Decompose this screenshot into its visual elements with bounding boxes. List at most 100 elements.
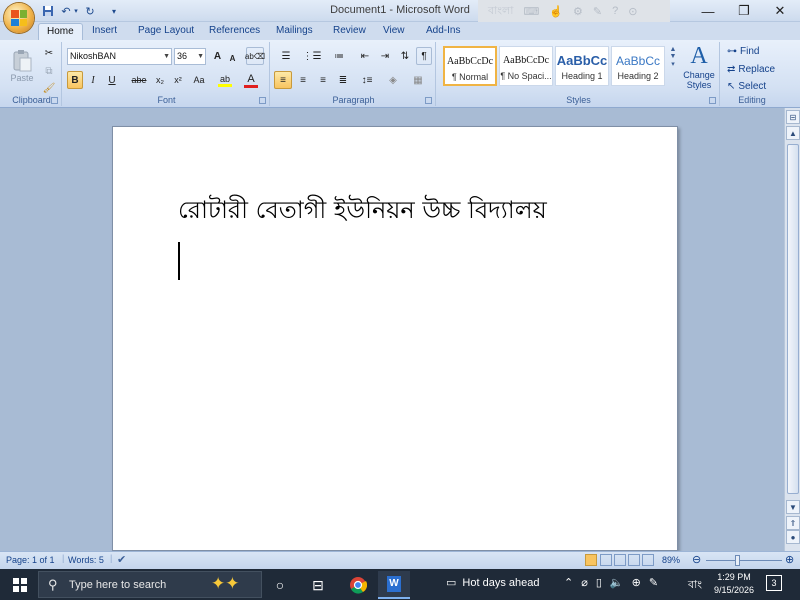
restore-button[interactable]: ❐: [726, 0, 762, 22]
paragraph-launcher-icon[interactable]: [425, 97, 432, 104]
style-heading-1[interactable]: AaBbCc Heading 1: [555, 46, 609, 86]
zoom-slider-thumb[interactable]: [735, 555, 740, 566]
draft-icon[interactable]: [642, 554, 654, 566]
zoom-in-icon[interactable]: ⊕: [785, 553, 794, 566]
save-icon[interactable]: [40, 3, 56, 19]
styles-scroll[interactable]: ▲ ▼ ▾: [667, 46, 679, 86]
underline-button[interactable]: U: [103, 71, 121, 89]
align-left-icon[interactable]: ≡: [274, 71, 292, 89]
tab-mailings[interactable]: Mailings: [268, 23, 321, 40]
tab-references[interactable]: References: [201, 23, 268, 40]
settings-icon[interactable]: ⚙: [573, 5, 583, 18]
bold-button[interactable]: B: [67, 71, 83, 89]
tab-insert[interactable]: Insert: [84, 23, 125, 40]
styles-launcher-icon[interactable]: [709, 97, 716, 104]
more-styles-icon[interactable]: ▾: [667, 60, 679, 68]
decrease-indent-icon[interactable]: ⇤: [356, 47, 374, 65]
copy-icon[interactable]: ⧉: [40, 62, 58, 80]
increase-indent-icon[interactable]: ⇥: [376, 47, 394, 65]
font-launcher-icon[interactable]: [259, 97, 266, 104]
windows-start-icon[interactable]: [4, 571, 36, 599]
numbering-icon[interactable]: ⋮☰: [300, 47, 324, 65]
battery-icon[interactable]: ▯: [596, 576, 602, 589]
scroll-down-icon[interactable]: ▼: [786, 500, 800, 514]
ruler-toggle-icon[interactable]: ⊟: [786, 110, 800, 124]
show-marks-button[interactable]: ¶: [416, 47, 432, 65]
paste-button[interactable]: Paste: [6, 44, 38, 88]
justify-icon[interactable]: ≣: [334, 71, 352, 89]
sort-icon[interactable]: ⇅: [396, 47, 414, 65]
clock[interactable]: 1:29 PM 9/15/2026: [712, 571, 756, 597]
outline-icon[interactable]: [628, 554, 640, 566]
find-button[interactable]: ⊶ Find: [726, 42, 780, 60]
minimize-button[interactable]: —: [690, 0, 726, 22]
scroll-up-icon[interactable]: ▲: [667, 46, 679, 53]
pen-icon[interactable]: ✎: [593, 5, 602, 18]
options-icon[interactable]: ⊙: [628, 5, 637, 18]
superscript-button[interactable]: x²: [170, 71, 186, 89]
chrome-icon[interactable]: [342, 571, 374, 599]
word-count[interactable]: Words: 5: [68, 555, 104, 565]
globe-icon[interactable]: ⊕: [632, 576, 641, 589]
font-color-icon[interactable]: A: [240, 71, 262, 89]
zoom-out-icon[interactable]: ⊖: [692, 553, 701, 566]
document-text[interactable]: রোটারী বেতাগী ইউনিয়ন উচ্চ বিদ্যালয়: [178, 192, 547, 232]
browse-object-icon[interactable]: ●: [786, 530, 800, 544]
cut-icon[interactable]: ✂: [40, 44, 58, 62]
proofing-icon[interactable]: ✔: [117, 553, 126, 566]
highlight-icon[interactable]: ab: [214, 71, 236, 89]
font-size-field[interactable]: 36 ▼: [174, 48, 206, 65]
network-icon[interactable]: ⌀: [581, 576, 588, 589]
clipboard-launcher-icon[interactable]: [51, 97, 58, 104]
tab-add-ins[interactable]: Add-Ins: [418, 23, 468, 40]
chevron-up-icon[interactable]: ⌃: [564, 576, 573, 589]
input-language[interactable]: বাং: [688, 576, 702, 595]
change-case-button[interactable]: Aa: [188, 71, 210, 89]
close-button[interactable]: ✕: [762, 0, 798, 22]
align-center-icon[interactable]: ≡: [294, 71, 312, 89]
bullets-icon[interactable]: ☰: [274, 47, 298, 65]
scroll-down-icon[interactable]: ▼: [667, 53, 679, 60]
previous-page-icon[interactable]: ⇑: [786, 516, 800, 530]
line-spacing-icon[interactable]: ↕≡: [356, 71, 378, 89]
grow-font-button[interactable]: A: [210, 47, 225, 65]
font-name-field[interactable]: NikoshBAN ▼: [67, 48, 172, 65]
italic-button[interactable]: I: [85, 71, 101, 89]
pen-tray-icon[interactable]: ✎: [649, 576, 658, 589]
replace-button[interactable]: ⇄ Replace: [726, 60, 780, 78]
zoom-slider[interactable]: [706, 560, 782, 561]
vertical-scrollbar[interactable]: ⊟ ▲ ▼ ⇑ ●: [784, 108, 800, 551]
redo-icon[interactable]: ↻: [82, 3, 98, 19]
language-bar[interactable]: বাংলা ⌨ ☝ ⚙ ✎ ? ⊙: [478, 0, 670, 22]
select-button[interactable]: ↖ Select: [726, 77, 780, 95]
scroll-up-icon[interactable]: ▲: [786, 126, 800, 140]
keyboard-icon[interactable]: ⌨: [523, 5, 539, 18]
shading-icon[interactable]: ◈: [382, 71, 404, 89]
style-no-spacing[interactable]: AaBbCcDc ¶ No Spaci...: [499, 46, 553, 86]
document-page[interactable]: [112, 126, 678, 551]
tab-review[interactable]: Review: [325, 23, 374, 40]
align-right-icon[interactable]: ≡: [314, 71, 332, 89]
office-button[interactable]: [4, 3, 34, 33]
style-normal[interactable]: AaBbCcDc ¶ Normal: [443, 46, 497, 86]
change-styles-button[interactable]: A Change Styles: [680, 42, 718, 94]
tab-view[interactable]: View: [375, 23, 413, 40]
word-taskbar-icon[interactable]: W: [378, 571, 410, 599]
full-screen-reading-icon[interactable]: [600, 554, 612, 566]
subscript-button[interactable]: x₂: [152, 71, 168, 89]
page-count[interactable]: Page: 1 of 1: [6, 555, 55, 565]
weather-widget[interactable]: ▭ Hot days ahead: [446, 576, 539, 590]
tab-home[interactable]: Home: [38, 23, 83, 40]
print-layout-icon[interactable]: [585, 554, 597, 566]
tab-page-layout[interactable]: Page Layout: [130, 23, 202, 40]
strikethrough-button[interactable]: abe: [128, 71, 150, 89]
multilevel-list-icon[interactable]: ≔: [326, 47, 352, 65]
notifications-icon[interactable]: 3: [766, 575, 782, 591]
web-layout-icon[interactable]: [614, 554, 626, 566]
zoom-level[interactable]: 89%: [662, 555, 680, 565]
shrink-font-button[interactable]: A: [226, 49, 239, 67]
language-label[interactable]: বাংলা: [488, 2, 513, 21]
taskbar-search[interactable]: ⚲ Type here to search ✦✦: [38, 571, 262, 598]
hand-icon[interactable]: ☝: [549, 5, 563, 18]
volume-icon[interactable]: 🔈: [610, 576, 624, 589]
